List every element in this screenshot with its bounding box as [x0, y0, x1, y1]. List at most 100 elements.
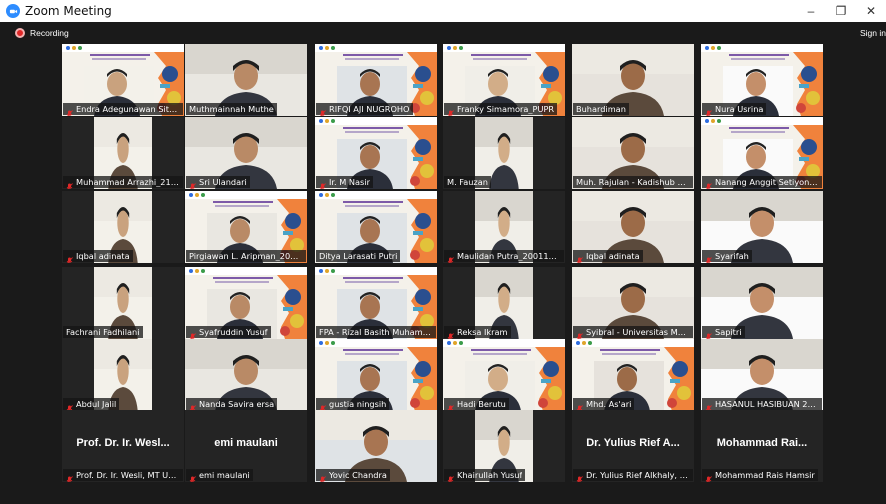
participant-nametag: Maulidan Putra_200110170 — [444, 250, 564, 263]
participant-name: Pirgiawan L. Aripman_201... — [189, 251, 303, 261]
participant-nametag: Yovic Chandra — [316, 469, 390, 482]
participant-tile[interactable]: Nura Usrina — [701, 44, 823, 116]
participant-nametag: Syafruddin Yusuf — [186, 326, 271, 339]
mic-muted-icon — [447, 400, 454, 411]
participant-tile[interactable]: Buhardiman — [572, 44, 694, 116]
participant-tile[interactable]: HASANUL HASIBUAN 2101... — [701, 339, 823, 411]
participant-tile[interactable]: Yovic Chandra — [315, 410, 437, 482]
minimize-button[interactable]: – — [796, 0, 826, 22]
mic-muted-icon — [189, 178, 196, 189]
participant-nametag: Muhammad Arrazhi_21011... — [63, 176, 183, 189]
participant-tile[interactable]: Muh. Rajulan - Kadishub Prov... — [572, 117, 694, 189]
participant-name: Franky Simamora_PUPR — [457, 104, 555, 114]
record-icon — [15, 28, 25, 38]
participant-tile[interactable]: RIFQI AJI NUGROHO — [315, 44, 437, 116]
participant-tile[interactable]: Iqbal adinata — [62, 191, 184, 263]
participant-name: Sri Ulandari — [199, 177, 247, 187]
participant-nametag: HASANUL HASIBUAN 2101... — [702, 398, 822, 411]
participant-tile[interactable]: Ditya Larasati Putri — [315, 191, 437, 263]
mic-muted-icon — [705, 105, 712, 116]
mic-muted-icon — [705, 328, 712, 339]
participant-tile[interactable]: Nanang Anggit Setiyono, ST — [701, 117, 823, 189]
participant-nametag: Prof. Dr. Ir. Wesli, MT Univ... — [63, 469, 183, 482]
participant-name: Syarifah — [715, 251, 749, 261]
participant-tile[interactable]: Sapitri — [701, 267, 823, 339]
participant-name: Syafruddin Yusuf — [199, 327, 268, 337]
participant-tile[interactable]: Endra Adegunawan Sitohang — [62, 44, 184, 116]
participant-tile[interactable]: Dr. Yulius Rief A... Dr. Yulius Rief Alkh… — [572, 410, 694, 482]
mic-muted-icon — [576, 252, 583, 263]
participant-tile[interactable]: Pirgiawan L. Aripman_201... — [185, 191, 307, 263]
mic-muted-icon — [66, 400, 73, 411]
participant-name: Nura Usrina — [715, 104, 764, 114]
participant-name: Prof. Dr. Ir. Wesli, MT Univ... — [76, 470, 180, 480]
participant-tile[interactable]: Franky Simamora_PUPR — [443, 44, 565, 116]
participant-tile[interactable]: Ir. M Nasir — [315, 117, 437, 189]
participant-tile[interactable]: Fachrani Fadhilani — [62, 267, 184, 339]
participant-tile[interactable]: Iqbal adinata — [572, 191, 694, 263]
participant-nametag: Khairullah Yusuf — [444, 469, 526, 482]
participant-tile[interactable]: Mhd. As'ari — [572, 339, 694, 411]
participant-nametag: Nura Usrina — [702, 103, 767, 116]
participant-nametag: Franky Simamora_PUPR — [444, 103, 558, 116]
participant-name: Endra Adegunawan Sitohang — [76, 104, 180, 114]
participant-nametag: M. Fauzan — [444, 176, 491, 188]
participant-name: Mohammad Rais Hamsir — [715, 470, 815, 480]
recording-indicator[interactable]: Recording — [15, 28, 69, 38]
participant-nametag: Mohammad Rais Hamsir — [702, 469, 818, 482]
participant-name: Yovic Chandra — [329, 470, 387, 480]
participant-name: emi maulani — [199, 470, 250, 480]
participant-tile[interactable]: Syarifah — [701, 191, 823, 263]
participant-tile[interactable]: emi maulani emi maulani — [185, 410, 307, 482]
participant-nametag: Nanda Savira ersa — [186, 398, 278, 411]
participant-name: Khairullah Yusuf — [457, 470, 523, 480]
participant-tile[interactable]: Reksa Ikram — [443, 267, 565, 339]
sign-in-link[interactable]: Sign in — [860, 28, 886, 38]
participant-display-name: Dr. Yulius Rief A... — [586, 437, 680, 449]
participant-tile[interactable]: Abdul Jalil — [62, 339, 184, 411]
participant-tile[interactable]: Prof. Dr. Ir. Wesl... Prof. Dr. Ir. Wesli… — [62, 410, 184, 482]
participant-tile[interactable]: Khairullah Yusuf — [443, 410, 565, 482]
participant-name: Buhardiman — [576, 104, 626, 114]
participant-tile[interactable]: Mohammad Rai... Mohammad Rais Hamsir — [701, 410, 823, 482]
participant-nametag: Fachrani Fadhilani — [63, 326, 143, 338]
participant-nametag: Ditya Larasati Putri — [316, 250, 401, 262]
close-button[interactable]: ✕ — [856, 0, 886, 22]
maximize-button[interactable]: ❐ — [826, 0, 856, 22]
mic-muted-icon — [66, 252, 73, 263]
participant-tile[interactable]: Muhammad Arrazhi_21011... — [62, 117, 184, 189]
participant-tile[interactable]: FPA - Rizal Basith Muhamm... — [315, 267, 437, 339]
participant-tile[interactable]: Syafruddin Yusuf — [185, 267, 307, 339]
participant-nametag: Iqbal adinata — [63, 250, 133, 263]
participant-tile[interactable]: Muthmainnah Muthe — [185, 44, 307, 116]
mic-muted-icon — [705, 178, 712, 189]
participant-name: FPA - Rizal Basith Muhamm... — [319, 327, 433, 337]
participant-tile[interactable]: Maulidan Putra_200110170 — [443, 191, 565, 263]
participant-nametag: Pirgiawan L. Aripman_201... — [186, 250, 306, 262]
mic-muted-icon — [447, 252, 454, 263]
participant-nametag: Ir. M Nasir — [316, 176, 373, 189]
participant-name: Abdul Jalil — [76, 399, 117, 409]
participant-name: Nanda Savira ersa — [199, 399, 275, 409]
participant-nametag: Sri Ulandari — [186, 176, 250, 189]
participant-nametag: gustia ningsih — [316, 398, 390, 411]
participant-name: Ditya Larasati Putri — [319, 251, 398, 261]
participant-name: Muhammad Arrazhi_21011... — [76, 177, 180, 187]
participant-nametag: emi maulani — [186, 469, 253, 482]
mic-muted-icon — [319, 105, 326, 116]
participant-tile[interactable]: Syibral - Universitas Maliku... — [572, 267, 694, 339]
participant-name: Dr. Yulius Rief Alkhaly, S.T., ... — [586, 470, 690, 480]
mic-muted-icon — [319, 471, 326, 482]
mic-muted-icon — [576, 471, 583, 482]
participant-tile[interactable]: M. Fauzan — [443, 117, 565, 189]
participant-name: Reksa Ikram — [457, 327, 508, 337]
participant-display-name: Mohammad Rai... — [716, 437, 808, 449]
window-title: Zoom Meeting — [25, 4, 112, 18]
participant-tile[interactable]: Hadi Berutu — [443, 339, 565, 411]
participant-nametag: Dr. Yulius Rief Alkhaly, S.T., ... — [573, 469, 693, 482]
participant-name: Iqbal adinata — [586, 251, 640, 261]
participant-tile[interactable]: Sri Ulandari — [185, 117, 307, 189]
participant-tile[interactable]: Nanda Savira ersa — [185, 339, 307, 411]
participant-display-name: emi maulani — [214, 437, 278, 449]
participant-tile[interactable]: gustia ningsih — [315, 339, 437, 411]
